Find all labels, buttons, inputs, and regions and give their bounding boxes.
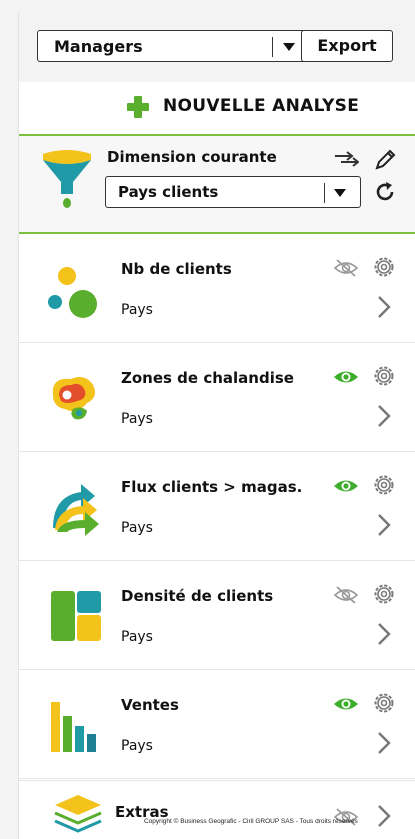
- eye-hidden-icon[interactable]: [333, 258, 359, 278]
- export-button[interactable]: Export: [301, 30, 393, 62]
- current-dimension-section: Dimension courante Pays clients: [19, 136, 415, 234]
- select-divider: [272, 37, 273, 57]
- chevron-right-icon[interactable]: [373, 621, 395, 647]
- analysis-subtitle: Pays: [121, 411, 153, 427]
- chevron-right-icon[interactable]: [373, 730, 395, 756]
- analysis-title: Flux clients > magas.: [121, 478, 303, 496]
- eye-visible-icon[interactable]: [333, 476, 359, 496]
- dimension-select-value: Pays clients: [118, 183, 219, 201]
- chevron-right-icon[interactable]: [373, 294, 395, 320]
- analysis-title: Zones de chalandise: [121, 369, 294, 387]
- analysis-title: Ventes: [121, 696, 179, 714]
- extras-row[interactable]: Extras: [19, 780, 415, 839]
- gear-icon[interactable]: [371, 581, 397, 607]
- analysis-row-nb-clients[interactable]: Nb de clients Pays: [19, 234, 415, 343]
- eye-visible-icon[interactable]: [333, 694, 359, 714]
- zones-icon: [52, 377, 95, 420]
- managers-select-value: Managers: [54, 37, 143, 56]
- copyright-footer: Copyright © Business Geografic - Ciril G…: [144, 818, 358, 825]
- flux-icon: [53, 484, 99, 536]
- chevron-down-icon: [283, 43, 295, 51]
- analysis-row-density[interactable]: Densité de clients Pays: [19, 561, 415, 670]
- analysis-title: Densité de clients: [121, 587, 274, 605]
- analysis-panel: Managers Export NOUVELLE ANALYSE Dimensi…: [18, 12, 415, 839]
- chevron-right-icon[interactable]: [373, 803, 395, 829]
- new-analysis-button[interactable]: NOUVELLE ANALYSE: [19, 82, 415, 136]
- new-analysis-label: NOUVELLE ANALYSE: [163, 96, 360, 116]
- managers-select[interactable]: Managers: [37, 30, 307, 62]
- eye-visible-icon[interactable]: [333, 367, 359, 387]
- gear-icon[interactable]: [371, 690, 397, 716]
- analysis-row-zones[interactable]: Zones de chalandise Pays: [19, 343, 415, 452]
- funnel-icon: [43, 150, 91, 208]
- chevron-down-icon: [334, 189, 346, 197]
- plus-icon: [127, 96, 149, 118]
- gear-icon[interactable]: [371, 363, 397, 389]
- analysis-title: Nb de clients: [121, 260, 232, 278]
- analysis-row-flux[interactable]: Flux clients > magas. Pays: [19, 452, 415, 561]
- swap-icon[interactable]: [333, 150, 359, 170]
- dimension-select[interactable]: Pays clients: [105, 176, 361, 208]
- density-icon: [51, 591, 101, 641]
- select-divider: [324, 183, 325, 203]
- dimension-title: Dimension courante: [107, 148, 277, 166]
- eye-hidden-icon[interactable]: [333, 585, 359, 605]
- refresh-icon[interactable]: [373, 180, 397, 204]
- analysis-row-ventes[interactable]: Ventes Pays: [19, 670, 415, 779]
- analysis-subtitle: Pays: [121, 520, 153, 536]
- top-toolbar: Managers Export: [19, 12, 415, 83]
- gear-icon[interactable]: [371, 472, 397, 498]
- bars-icon: [51, 702, 96, 752]
- gear-icon[interactable]: [371, 254, 397, 280]
- chevron-right-icon[interactable]: [373, 512, 395, 538]
- analysis-subtitle: Pays: [121, 302, 153, 318]
- analysis-subtitle: Pays: [121, 629, 153, 645]
- chevron-right-icon[interactable]: [373, 403, 395, 429]
- pencil-icon[interactable]: [373, 148, 397, 172]
- analysis-subtitle: Pays: [121, 738, 153, 754]
- layers-icon: [54, 795, 102, 833]
- bubbles-icon: [48, 267, 97, 318]
